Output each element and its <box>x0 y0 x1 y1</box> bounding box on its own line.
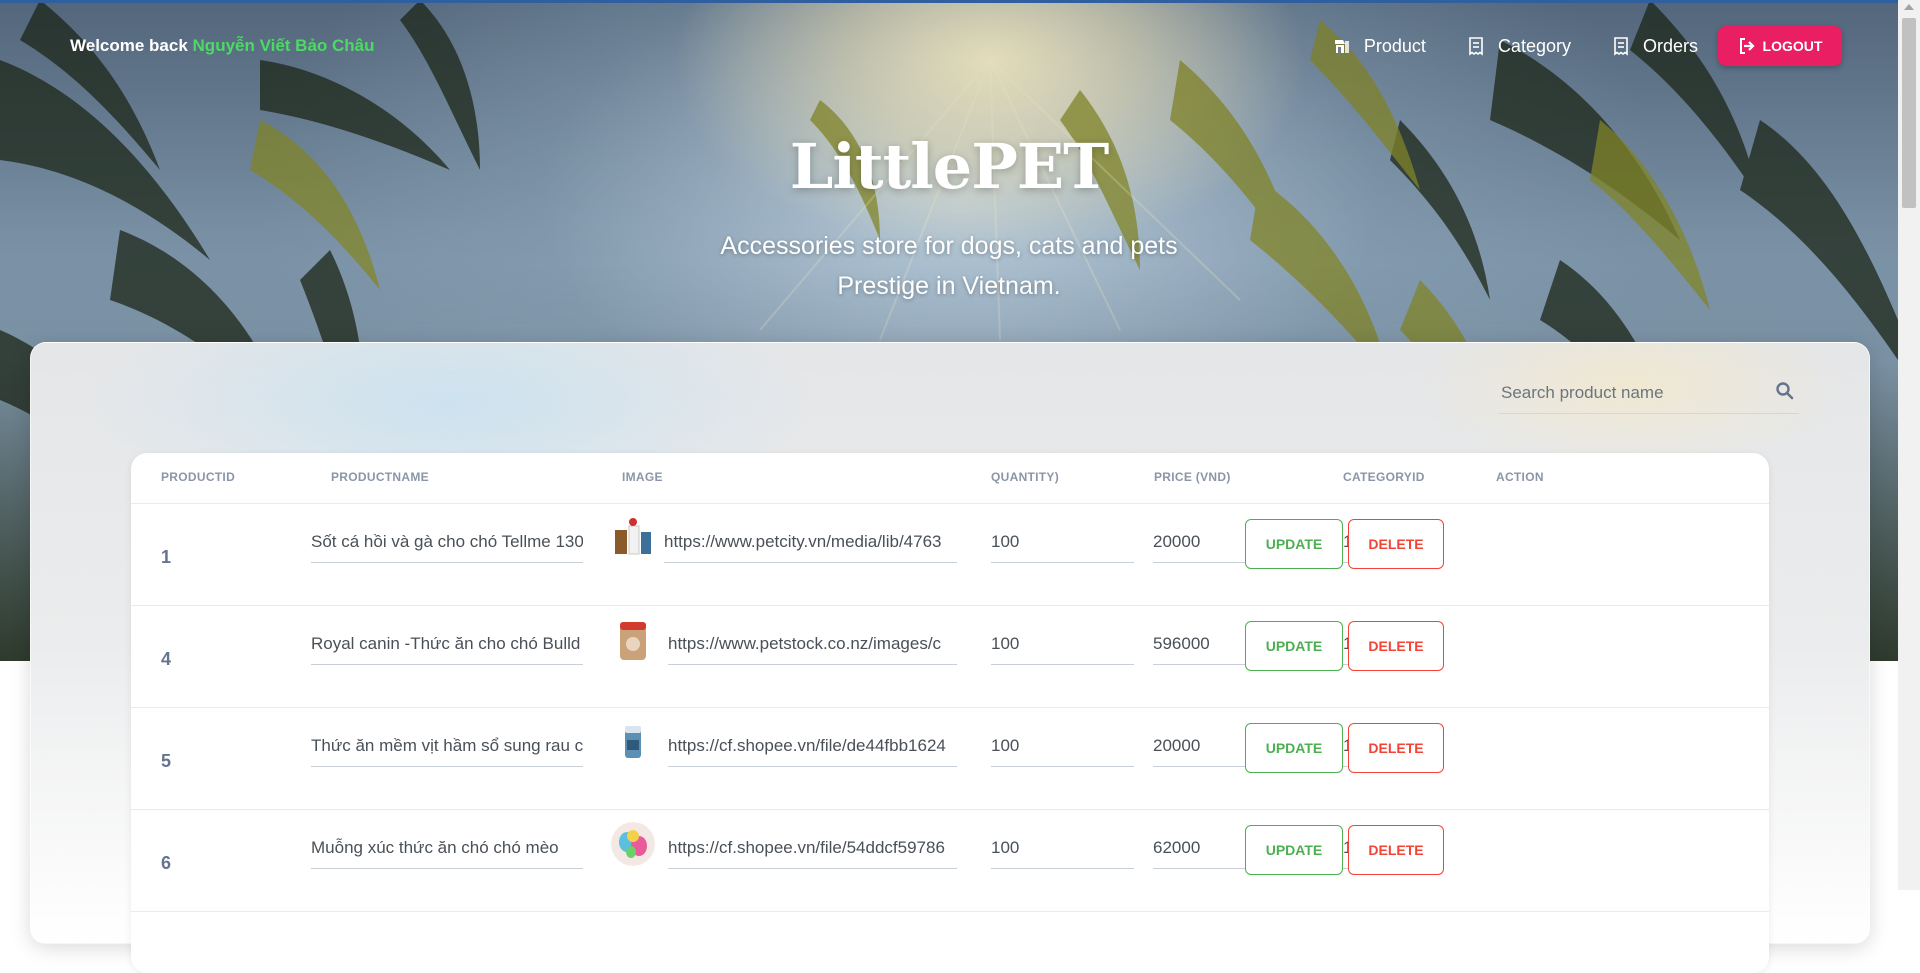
product-thumbnail <box>617 720 649 764</box>
quantity-field <box>991 626 1134 665</box>
table-header: PRODUCTID PRODUCTNAME IMAGE QUANTITY) PR… <box>131 453 1769 504</box>
image-url-input[interactable] <box>668 728 957 764</box>
page-scrollbar[interactable] <box>1898 0 1920 890</box>
quantity-field <box>991 524 1134 563</box>
header-productname: PRODUCTNAME <box>331 470 429 484</box>
product-name-input[interactable] <box>311 626 583 662</box>
welcome-prefix: Welcome back <box>70 36 188 55</box>
receipt-icon <box>1614 37 1628 56</box>
receipt-icon <box>1469 37 1483 56</box>
image-url-field <box>668 626 957 665</box>
update-button[interactable]: UPDATE <box>1245 723 1343 773</box>
product-id: 4 <box>161 649 172 669</box>
logout-label: LOGOUT <box>1762 38 1823 54</box>
image-url-input[interactable] <box>668 626 957 662</box>
nav-product-label: Product <box>1363 35 1426 56</box>
top-nav: Product Category Orders LOGOUT <box>1292 26 1842 66</box>
product-name-input[interactable] <box>311 728 583 764</box>
delete-button[interactable]: DELETE <box>1348 621 1444 671</box>
nav-orders[interactable]: Orders <box>1611 36 1698 57</box>
quantity-input[interactable] <box>991 830 1134 866</box>
subtitle-line-2: Prestige in Vietnam. <box>837 272 1061 300</box>
logout-button[interactable]: LOGOUT <box>1718 26 1842 66</box>
image-url-field <box>668 830 957 869</box>
image-url-field <box>668 728 957 767</box>
quantity-field <box>991 728 1134 767</box>
table-row: 6 đ <box>131 810 1769 912</box>
quantity-input[interactable] <box>991 728 1134 764</box>
image-url-input[interactable] <box>664 524 957 560</box>
update-button[interactable]: UPDATE <box>1245 519 1343 569</box>
update-button[interactable]: UPDATE <box>1245 825 1343 875</box>
delete-button[interactable]: DELETE <box>1348 825 1444 875</box>
site-title: LittlePET <box>789 130 1109 203</box>
search-box <box>1499 371 1799 414</box>
header-action: ACTION <box>1496 470 1544 484</box>
quantity-input[interactable] <box>991 626 1134 662</box>
shop-icon <box>1334 40 1349 53</box>
welcome-message: Welcome back Nguyễn Viết Bảo Châu <box>70 36 375 56</box>
product-name-field <box>311 728 583 767</box>
product-name-field <box>311 626 583 665</box>
products-panel: PRODUCTID PRODUCTNAME IMAGE QUANTITY) PR… <box>30 342 1870 973</box>
delete-button[interactable]: DELETE <box>1348 519 1444 569</box>
image-url-input[interactable] <box>668 830 957 866</box>
header-image: IMAGE <box>622 470 663 484</box>
nav-category-label: Category <box>1497 35 1571 56</box>
table-row: 5 đ <box>131 708 1769 810</box>
delete-button[interactable]: DELETE <box>1348 723 1444 773</box>
top-accent-line <box>0 0 1920 3</box>
product-name-input[interactable] <box>311 830 583 866</box>
product-name-field <box>311 830 583 869</box>
table-row: 4 đ <box>131 606 1769 708</box>
site-subtitle: Accessories store for dogs, cats and pet… <box>0 226 1898 306</box>
logout-icon <box>1739 38 1755 54</box>
user-name: Nguyễn Viết Bảo Châu <box>192 36 375 55</box>
update-button[interactable]: UPDATE <box>1245 621 1343 671</box>
product-name-field <box>311 524 583 563</box>
product-thumbnail <box>611 516 655 560</box>
nav-orders-label: Orders <box>1642 35 1698 56</box>
product-id: 1 <box>161 547 172 567</box>
nav-product[interactable]: Product <box>1332 36 1426 57</box>
nav-category[interactable]: Category <box>1466 36 1571 57</box>
header-quantity: QUANTITY) <box>991 470 1060 484</box>
image-url-field <box>664 524 957 563</box>
product-thumbnail <box>611 822 655 866</box>
products-table: PRODUCTID PRODUCTNAME IMAGE QUANTITY) PR… <box>131 453 1769 973</box>
product-thumbnail <box>615 618 651 662</box>
header-price: PRICE (VND) <box>1154 470 1231 484</box>
product-name-input[interactable] <box>311 524 583 560</box>
scrollbar-thumb[interactable] <box>1902 18 1916 208</box>
product-image <box>611 516 655 560</box>
product-image <box>615 618 651 662</box>
product-image <box>611 822 655 866</box>
quantity-input[interactable] <box>991 524 1134 560</box>
search-input[interactable] <box>1499 377 1773 409</box>
header-productid: PRODUCTID <box>161 470 236 484</box>
header-categoryid: CATEGORYID <box>1343 470 1425 484</box>
product-id: 5 <box>161 751 172 771</box>
product-id: 6 <box>161 853 172 873</box>
subtitle-line-1: Accessories store for dogs, cats and pet… <box>720 232 1178 260</box>
table-row: 1 đ <box>131 504 1769 606</box>
product-image <box>617 720 649 764</box>
quantity-field <box>991 830 1134 869</box>
search-icon[interactable] <box>1775 381 1795 401</box>
scrollbar-up-arrow[interactable] <box>1904 4 1914 10</box>
